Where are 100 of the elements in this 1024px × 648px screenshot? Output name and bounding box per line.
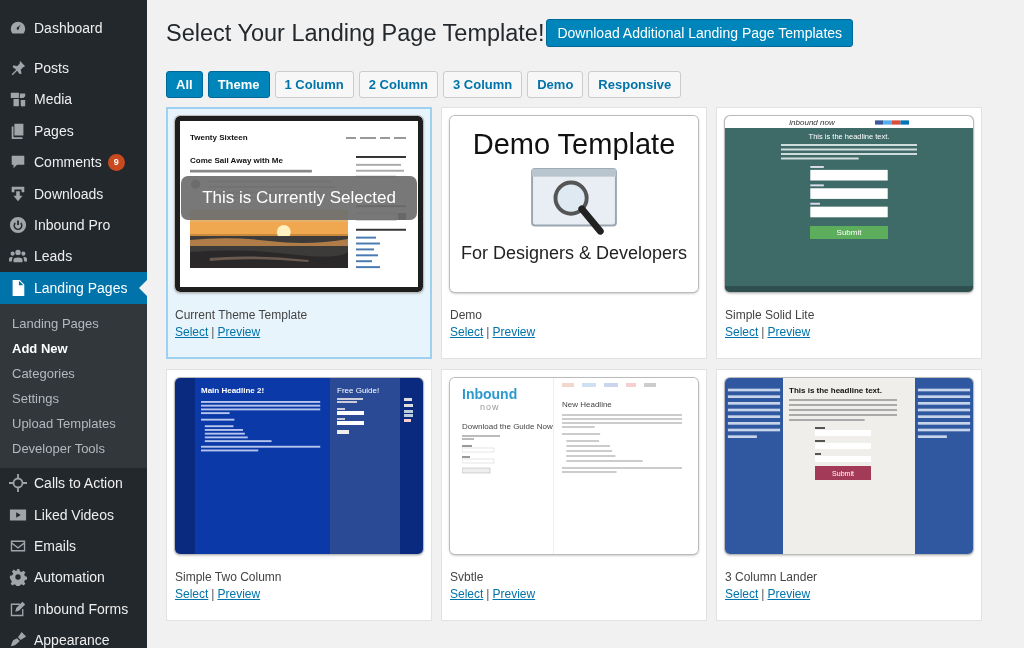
menu-item[interactable]: Pages bbox=[0, 115, 147, 147]
menu-label: Pages bbox=[34, 122, 74, 139]
menu-label: Appearance bbox=[34, 632, 110, 648]
thumbnail-heading: Demo Template bbox=[472, 128, 676, 161]
crosshair-icon bbox=[9, 474, 27, 493]
menu-item[interactable]: Downloads bbox=[0, 177, 147, 210]
menu-item[interactable]: Media bbox=[0, 83, 147, 116]
link-separator: | bbox=[211, 325, 215, 339]
power-icon bbox=[9, 216, 27, 235]
template-link[interactable]: Select bbox=[450, 587, 484, 601]
thumbnail-headline: New Headline bbox=[562, 400, 613, 409]
media-icon bbox=[9, 90, 27, 109]
logo-text: Inbound bbox=[462, 386, 519, 402]
menu-item[interactable]: Automation bbox=[0, 561, 147, 594]
menu-item[interactable]: Posts bbox=[0, 52, 147, 84]
filter-button[interactable]: Responsive bbox=[588, 71, 682, 98]
submenu-item[interactable]: Upload Templates bbox=[0, 410, 147, 436]
filter-button[interactable]: Demo bbox=[527, 71, 584, 98]
submenu-item[interactable]: Add New bbox=[0, 335, 147, 361]
menu-label: Liked Videos bbox=[34, 506, 114, 523]
template-name: Simple Two Column bbox=[175, 570, 283, 584]
thumbnail-headline: Main Headline 2! bbox=[201, 386, 266, 395]
template-link[interactable]: Preview bbox=[767, 325, 811, 339]
menu-label: Inbound Forms bbox=[34, 600, 129, 617]
template-card[interactable]: Twenty Sixteen Come Sail Away with Me This is Currently Selected Current Theme Template Select | Preview bbox=[166, 107, 432, 359]
menu-item[interactable]: Inbound Forms bbox=[0, 593, 147, 625]
share-icons-drawing bbox=[874, 119, 909, 125]
menu-label: Landing Pages bbox=[34, 279, 128, 296]
selected-overlay: This is Currently Selected bbox=[181, 176, 417, 220]
submenu-item[interactable]: Developer Tools bbox=[0, 435, 147, 461]
template-name: Current Theme Template bbox=[175, 308, 309, 322]
template-link[interactable]: Preview bbox=[492, 587, 536, 601]
template-card[interactable]: Demo Template For Designers & Developers Demo Select | Preview bbox=[441, 107, 707, 359]
menu-label: Downloads bbox=[34, 185, 104, 202]
menu-label: Leads bbox=[34, 248, 73, 265]
menu-item[interactable]: Dashboard bbox=[0, 12, 147, 44]
submenu-item[interactable]: Landing Pages bbox=[0, 310, 147, 336]
logo-subtext: now bbox=[480, 402, 501, 412]
template-name: Demo bbox=[450, 308, 483, 322]
menu-label: Dashboard bbox=[34, 19, 103, 36]
link-separator: | bbox=[486, 587, 490, 601]
form-fields-drawing bbox=[462, 435, 502, 477]
template-link[interactable]: Select bbox=[175, 587, 209, 601]
page-title: Select Your Landing Page Template! bbox=[166, 19, 545, 47]
template-link[interactable]: Preview bbox=[217, 587, 261, 601]
template-link[interactable]: Preview bbox=[767, 587, 811, 601]
submit-button: Submit bbox=[810, 226, 888, 239]
menu-item[interactable]: Liked Videos bbox=[0, 498, 147, 531]
template-link[interactable]: Preview bbox=[492, 325, 536, 339]
filter-button[interactable]: 2 Column bbox=[358, 71, 438, 98]
menu-item[interactable]: Emails bbox=[0, 530, 147, 562]
template-link[interactable]: Select bbox=[725, 587, 759, 601]
template-card[interactable]: Inbound now Download the Guide Now New Headline Svbtle Select | Preview bbox=[441, 369, 707, 621]
thumbnail-headline: This is the headline text. bbox=[789, 386, 882, 395]
edit-icon bbox=[9, 599, 27, 618]
template-name: Simple Solid Lite bbox=[725, 308, 816, 322]
download-icon bbox=[9, 184, 27, 203]
form-fields-drawing bbox=[815, 427, 871, 463]
count-badge: 9 bbox=[107, 153, 125, 171]
menu-item[interactable]: Comments 9 bbox=[0, 146, 147, 178]
menu-label: Inbound Pro bbox=[34, 217, 111, 234]
menu-item[interactable]: Appearance bbox=[0, 624, 147, 648]
filter-button[interactable]: Theme bbox=[207, 71, 270, 98]
thumbnail-subheading: For Designers & Developers bbox=[460, 243, 688, 264]
filter-button[interactable]: 3 Column bbox=[443, 71, 523, 98]
menu-item[interactable]: Calls to Action bbox=[0, 467, 147, 499]
active-pointer-icon bbox=[139, 280, 147, 297]
menu-item[interactable]: Leads bbox=[0, 240, 147, 273]
side-title: Free Guide! bbox=[337, 386, 381, 395]
pin-icon bbox=[9, 59, 27, 78]
filter-button[interactable]: 1 Column bbox=[274, 71, 354, 98]
side-title: Download the Guide Now bbox=[462, 422, 553, 431]
link-separator: | bbox=[761, 587, 765, 601]
template-link[interactable]: Select bbox=[725, 325, 759, 339]
menu-label: Posts bbox=[34, 60, 69, 77]
template-name: 3 Column Lander bbox=[725, 570, 819, 584]
menu-item[interactable]: Landing Pages bbox=[0, 272, 147, 304]
link-separator: | bbox=[486, 325, 490, 339]
menu-label: Calls to Action bbox=[34, 475, 123, 492]
template-link[interactable]: Select bbox=[450, 325, 484, 339]
menu-label: Comments bbox=[34, 154, 102, 171]
submenu-item[interactable]: Settings bbox=[0, 385, 147, 411]
submenu-item[interactable]: Categories bbox=[0, 360, 147, 386]
template-link[interactable]: Select bbox=[175, 325, 209, 339]
menu-item[interactable]: Inbound Pro bbox=[0, 209, 147, 241]
template-name: Svbtle bbox=[450, 570, 485, 584]
download-templates-button[interactable]: Download Additional Landing Page Templates bbox=[546, 19, 854, 47]
logo-text: inbound now bbox=[789, 117, 835, 127]
link-separator: | bbox=[211, 587, 215, 601]
template-card[interactable]: Main Headline 2! Free Guide! Simple Two Column Select | Preview bbox=[166, 369, 432, 621]
gear-icon bbox=[9, 568, 27, 587]
menu-label: Media bbox=[34, 91, 73, 108]
link-separator: | bbox=[761, 325, 765, 339]
menu-label: Automation bbox=[34, 569, 105, 586]
post-title: Come Sail Away with Me bbox=[190, 156, 284, 165]
menu-label: Emails bbox=[34, 538, 76, 554]
nav-lines-drawing bbox=[346, 135, 406, 140]
template-link[interactable]: Preview bbox=[217, 325, 261, 339]
filter-button[interactable]: All bbox=[166, 71, 203, 98]
site-title: Twenty Sixteen bbox=[190, 133, 248, 142]
